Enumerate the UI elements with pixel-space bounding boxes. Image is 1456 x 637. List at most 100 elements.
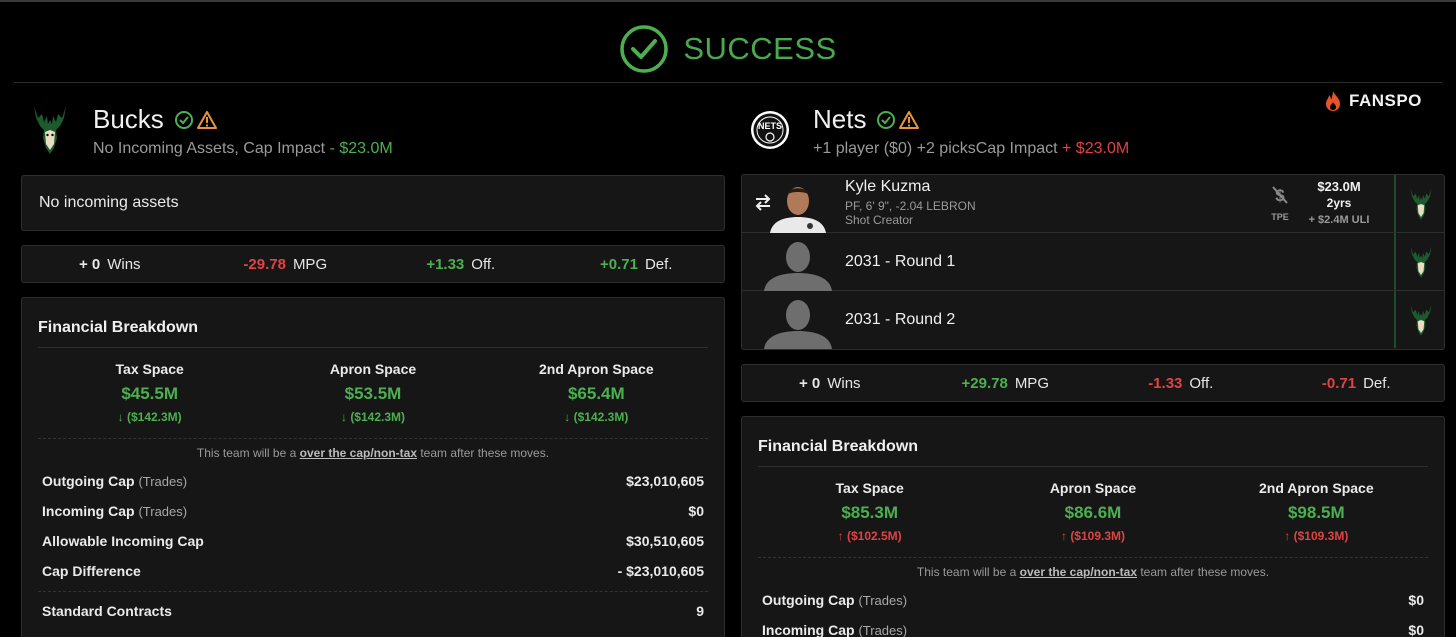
player-meta: PF, 6' 9", -2.04 LEBRON	[845, 199, 976, 213]
off-label: Off.	[471, 255, 496, 273]
silhouette-icon	[764, 242, 832, 291]
row-value: - $23,010,605	[617, 563, 704, 579]
check-circle-icon	[877, 110, 896, 129]
status-banner: SUCCESS	[0, 22, 1456, 76]
space-change-value: ($142.3M)	[350, 410, 406, 424]
space-change: ↑ ($109.3M)	[1205, 529, 1428, 543]
silhouette-icon	[764, 300, 832, 349]
row-value: $30,510,605	[626, 533, 704, 549]
arrow-up-icon: ↑	[837, 529, 844, 543]
def-label: Def.	[1363, 374, 1391, 392]
cap-status-link[interactable]: over the cap/non-tax	[1020, 565, 1137, 579]
team-subtitle: No Incoming Assets, Cap Impact - $23.0M	[93, 140, 393, 158]
financial-breakdown: Financial Breakdown Tax Space $85.3M ↑ (…	[741, 416, 1445, 637]
team-panel-nets: NETS Nets +1 player ($0) +2 picksCap Imp…	[741, 96, 1445, 637]
cap-status-link[interactable]: over the cap/non-tax	[300, 446, 417, 460]
nets-logo: NETS	[747, 102, 793, 158]
row-label: Outgoing Cap	[762, 592, 855, 608]
warning-icon[interactable]	[196, 110, 218, 130]
mpg-label: MPG	[292, 255, 328, 273]
off-label: Off.	[1189, 374, 1214, 392]
player-headshot	[770, 187, 826, 233]
destination-team-bucks[interactable]	[1394, 291, 1444, 348]
team-subtitle: +1 player ($0) +2 picksCap Impact + $23.…	[813, 140, 1129, 158]
off-stat: +1.33 Off.	[373, 256, 549, 273]
incoming-cap-row: Incoming Cap (Trades) $0	[762, 615, 1424, 637]
wins-value: + 0	[798, 374, 821, 392]
outgoing-cap-row: Outgoing Cap (Trades) $23,010,605	[42, 466, 704, 496]
note-post: team after these moves.	[1140, 565, 1270, 579]
row-label: Allowable Incoming Cap	[42, 533, 204, 549]
player-name[interactable]: Kyle Kuzma	[845, 178, 930, 196]
impact-stats: + 0 Wins +29.78 MPG -1.33 Off. -0.71 Def.	[741, 364, 1445, 402]
destination-team-bucks[interactable]	[1394, 175, 1444, 232]
note-pre: This team will be a	[196, 446, 297, 460]
contract-years: 2yrs	[1326, 196, 1352, 210]
arrow-up-icon: ↑	[1060, 529, 1067, 543]
incoming-assets-list: Kyle Kuzma PF, 6' 9", -2.04 LEBRON Shot …	[741, 174, 1445, 350]
row-label: Incoming Cap	[42, 503, 135, 519]
mpg-stat: +29.78 MPG	[918, 375, 1094, 392]
def-stat: +0.71 Def.	[549, 256, 725, 273]
tax-space: Tax Space $45.5M ↓ ($142.3M)	[38, 361, 261, 438]
incoming-cap-row: Incoming Cap (Trades) $0	[42, 496, 704, 526]
player-role: Shot Creator	[845, 213, 914, 227]
team-name: Nets	[813, 104, 920, 135]
wins-stat: + 0 Wins	[22, 256, 198, 273]
space-label: Tax Space	[835, 480, 904, 496]
space-label: 2nd Apron Space	[1259, 480, 1374, 496]
tax-space: Tax Space $85.3M ↑ ($102.5M)	[758, 480, 981, 557]
bucks-logo-icon	[1410, 187, 1431, 220]
space-value: $86.6M	[1064, 503, 1122, 522]
asset-row-pick[interactable]: 2031 - Round 1	[742, 233, 1444, 291]
space-value: $53.5M	[344, 384, 402, 403]
note-pre: This team will be a	[916, 565, 1017, 579]
no-assets-text: No incoming assets	[39, 194, 179, 211]
check-circle-icon	[174, 110, 193, 129]
asset-row-pick[interactable]: 2031 - Round 2	[742, 291, 1444, 349]
row-value: $0	[1408, 622, 1424, 637]
financial-title: Financial Breakdown	[758, 417, 1428, 467]
team-panel-bucks: Bucks No Incoming Assets, Cap Impact - $…	[21, 96, 725, 637]
asset-row-player[interactable]: Kyle Kuzma PF, 6' 9", -2.04 LEBRON Shot …	[742, 175, 1444, 233]
note-post: team after these moves.	[420, 446, 550, 460]
arrow-down-icon: ↓	[117, 410, 124, 424]
space-change: ↓ ($142.3M)	[485, 410, 708, 424]
def-stat: -0.71 Def.	[1269, 375, 1445, 392]
space-change-value: ($109.3M)	[1293, 529, 1349, 543]
space-change-value: ($142.3M)	[126, 410, 182, 424]
bucks-logo-icon	[1410, 303, 1431, 336]
warning-icon[interactable]	[898, 110, 920, 130]
space-change: ↑ ($102.5M)	[758, 529, 981, 543]
row-label: Outgoing Cap	[42, 473, 135, 489]
subtitle-text: No Incoming Assets, Cap Impact	[93, 140, 326, 157]
wins-value: + 0	[78, 255, 101, 273]
cap-status-note: This team will be a over the cap/non-tax…	[38, 438, 708, 466]
cap-rows: Outgoing Cap (Trades) $23,010,605 Incomin…	[38, 466, 708, 586]
row-value: $23,010,605	[626, 473, 704, 489]
row-tag: (Trades)	[138, 474, 188, 489]
row-label: Incoming Cap	[762, 622, 855, 637]
space-value: $45.5M	[121, 384, 179, 403]
off-stat: -1.33 Off.	[1093, 375, 1269, 392]
impact-stats: + 0 Wins -29.78 MPG +1.33 Off. +0.71 Def.	[21, 245, 725, 283]
standard-contracts-row: Standard Contracts 9	[42, 596, 704, 626]
cap-spaces: Tax Space $45.5M ↓ ($142.3M) Apron Space…	[38, 348, 708, 438]
row-value: 9	[696, 603, 704, 619]
wins-stat: + 0 Wins	[742, 375, 918, 392]
cap-impact: + $23.0M	[1062, 140, 1130, 157]
row-value: $0	[688, 503, 704, 519]
pick-name[interactable]: 2031 - Round 1	[845, 253, 955, 271]
space-change: ↓ ($142.3M)	[38, 410, 261, 424]
apron-space: Apron Space $53.5M ↓ ($142.3M)	[261, 361, 484, 438]
allowable-cap-row: Allowable Incoming Cap $30,510,605	[42, 526, 704, 556]
team-name: Bucks	[93, 104, 218, 135]
off-value: +1.33	[426, 255, 465, 273]
pick-name[interactable]: 2031 - Round 2	[845, 311, 955, 329]
salary: $23.0M	[1317, 179, 1361, 194]
def-value: +0.71	[600, 255, 638, 273]
uli-amount: + $2.4M ULI	[1308, 214, 1370, 226]
space-change-value: ($142.3M)	[573, 410, 629, 424]
destination-team-bucks[interactable]	[1394, 233, 1444, 290]
header-divider	[14, 82, 1442, 83]
